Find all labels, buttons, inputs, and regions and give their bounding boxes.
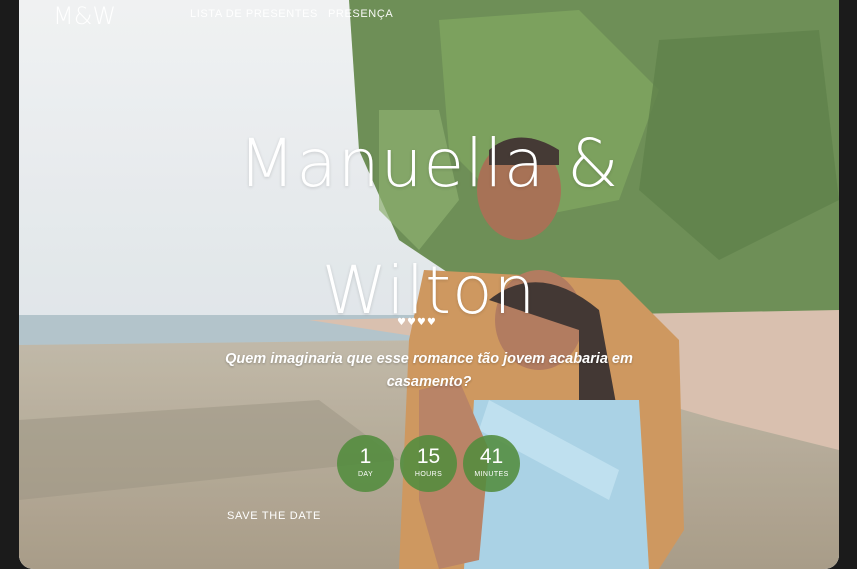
couple-names-line1: Manuella & bbox=[238, 125, 620, 202]
countdown-days: 1 DAY bbox=[337, 435, 394, 492]
countdown-days-value: 1 bbox=[359, 445, 372, 468]
nav-link-gift-list[interactable]: LISTA DE PRESENTES bbox=[190, 8, 318, 20]
hero-tagline: Quem imaginaria que esse romance tão jov… bbox=[225, 351, 633, 390]
hearts-decoration: ♥♥♥♥ bbox=[397, 317, 437, 328]
countdown-hours-value: 15 bbox=[416, 445, 441, 468]
countdown-minutes-label: MINUTES bbox=[474, 471, 509, 478]
site-logo[interactable]: M&W bbox=[53, 2, 116, 30]
browser-viewport: M&W LISTA DE PRESENTES PRESENÇA Manuella… bbox=[19, 0, 839, 569]
couple-names-line2: Wilton bbox=[321, 252, 537, 329]
nav-link-rsvp[interactable]: PRESENÇA bbox=[328, 8, 393, 20]
countdown-minutes: 41 MINUTES bbox=[463, 435, 520, 492]
save-the-date-link[interactable]: SAVE THE DATE bbox=[227, 510, 321, 522]
countdown-days-label: DAY bbox=[357, 471, 374, 478]
top-navigation: M&W LISTA DE PRESENTES PRESENÇA bbox=[19, 0, 839, 34]
countdown-minutes-value: 41 bbox=[479, 445, 504, 468]
countdown-hours: 15 HOURS bbox=[400, 435, 457, 492]
countdown-hours-label: HOURS bbox=[414, 471, 443, 478]
